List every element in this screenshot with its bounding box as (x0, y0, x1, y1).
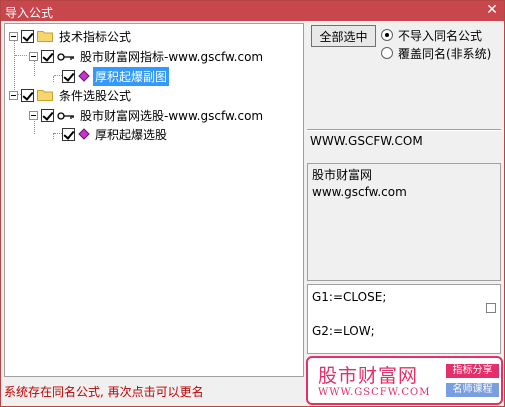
title-bar: 导入公式 ✕ (1, 1, 504, 21)
radio-overwrite-duplicates[interactable]: 覆盖同名(非系统) (381, 45, 491, 61)
brand-logo: 股市财富网 WWW.GSCFW.COM 指标分享 名师课程 (306, 356, 503, 405)
formula-code-view[interactable]: G1:=CLOSE; G2:=LOW; (307, 284, 501, 354)
collapse-icon[interactable] (9, 90, 18, 100)
tree-node-formula-screener[interactable]: 厚积起爆选股 (62, 125, 169, 143)
tree-connector (54, 75, 62, 76)
radio-indicator[interactable] (381, 47, 393, 59)
node-checkbox[interactable] (62, 127, 75, 141)
formula-tree[interactable]: 技术指标公式 股市财富网指标-www.gscfw.com 厚积起爆副图 条件选股… (4, 23, 304, 377)
collapse-icon[interactable] (29, 110, 38, 120)
status-message: 系统存在同名公式, 再次点击可以更名 (4, 385, 204, 399)
code-checkbox[interactable] (486, 303, 496, 313)
node-checkbox[interactable] (41, 108, 54, 122)
brand-site: WWW.GSCFW.COM (318, 387, 431, 398)
tree-connector (15, 55, 27, 56)
formula-description: 股市财富网 www.gscfw.com (307, 163, 501, 281)
description-line: 股市财富网 (312, 168, 373, 182)
formula-gem-icon (78, 70, 90, 82)
code-line: G2:=LOW; (312, 324, 375, 338)
key-icon (57, 110, 75, 120)
tree-node-screener-group[interactable]: 股市财富网选股-www.gscfw.com (29, 106, 265, 124)
node-checkbox[interactable] (21, 29, 34, 43)
brand-tag-share: 指标分享 (446, 364, 499, 378)
folder-icon (37, 89, 53, 101)
tree-connector (54, 133, 62, 134)
formula-gem-icon (78, 128, 90, 140)
node-label: 厚积起爆选股 (95, 127, 168, 142)
tree-connector (53, 76, 54, 82)
node-label: 技术指标公式 (59, 29, 132, 44)
select-all-button[interactable]: 全部选中 (311, 25, 376, 47)
radio-label: 不导入同名公式 (398, 28, 483, 43)
tree-node-indicator-group[interactable]: 股市财富网指标-www.gscfw.com (29, 47, 265, 65)
node-checkbox[interactable] (41, 49, 54, 63)
node-label: 股市财富网选股-www.gscfw.com (80, 108, 264, 123)
node-label: 条件选股公式 (59, 88, 132, 103)
description-line: www.gscfw.com (312, 185, 407, 199)
brand-tag-course: 名师课程 (446, 383, 499, 397)
import-formula-dialog: 导入公式 ✕ 技术指标公式 股市财富网指标-www.gscfw.com 厚积起爆… (0, 0, 505, 407)
radio-indicator[interactable] (381, 29, 393, 41)
collapse-icon[interactable] (9, 31, 18, 41)
source-url: WWW.GSCFW.COM (310, 134, 423, 148)
collapse-icon[interactable] (29, 51, 38, 61)
node-label: 股市财富网指标-www.gscfw.com (80, 49, 264, 64)
brand-name: 股市财富网 (318, 365, 419, 387)
tree-node-screener-folder[interactable]: 条件选股公式 (9, 86, 133, 104)
node-label: 厚积起爆副图 (93, 66, 170, 86)
radio-label: 覆盖同名(非系统) (398, 46, 492, 61)
window-title: 导入公式 (5, 6, 54, 20)
key-icon (57, 51, 75, 61)
radio-skip-duplicates[interactable]: 不导入同名公式 (381, 27, 482, 43)
close-icon[interactable]: ✕ (484, 2, 500, 18)
folder-icon (37, 30, 53, 42)
code-line: G1:=CLOSE; (312, 290, 387, 304)
tree-node-formula-subchart[interactable]: 厚积起爆副图 (62, 66, 170, 86)
node-checkbox[interactable] (21, 88, 34, 102)
node-checkbox[interactable] (62, 69, 75, 83)
tree-node-indicator-folder[interactable]: 技术指标公式 (9, 27, 133, 45)
